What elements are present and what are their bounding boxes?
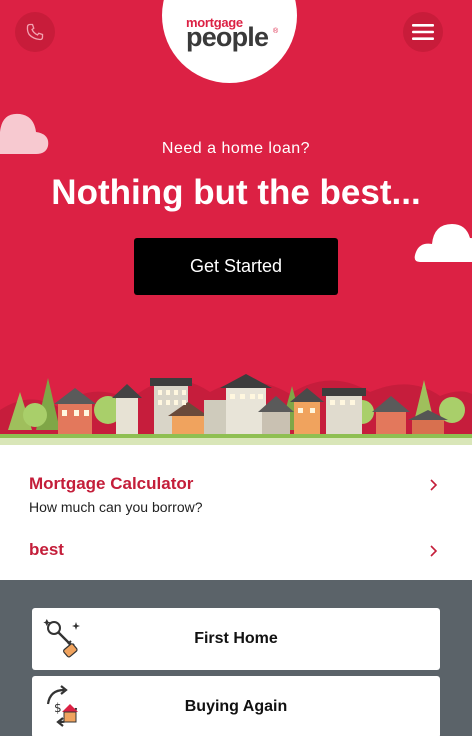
mortgage-calculator-subtitle: How much can you borrow? [29, 499, 203, 515]
town-illustration [0, 374, 472, 445]
loan-type-cards: First Home $ Buying Again [0, 580, 472, 736]
quick-links: Mortgage Calculator How much can you bor… [0, 445, 472, 580]
menu-button[interactable] [403, 12, 443, 52]
mortgage-calculator-link[interactable]: Mortgage Calculator How much can you bor… [0, 465, 472, 521]
mortgage-calculator-title: Mortgage Calculator [29, 474, 194, 493]
call-button[interactable] [15, 12, 55, 52]
hamburger-menu-icon [412, 24, 434, 40]
svg-text:$: $ [54, 701, 62, 715]
logo-text-people: people [186, 22, 269, 52]
cloud-right [414, 224, 472, 262]
buying-again-card[interactable]: $ Buying Again [32, 676, 440, 736]
best-link-title: best [29, 540, 64, 559]
hero-headline: Nothing but the best... [51, 173, 421, 212]
get-started-button[interactable]: Get Started [134, 238, 338, 295]
best-link[interactable]: best [0, 531, 472, 567]
logo-registered-mark: ® [273, 28, 279, 35]
first-home-card[interactable]: First Home [32, 608, 440, 670]
hero-tagline: Need a home loan? [161, 140, 311, 157]
chevron-right-icon [430, 479, 438, 491]
chevron-right-icon [430, 545, 438, 557]
phone-icon [26, 23, 44, 41]
house-arrows-icon: $ [46, 685, 78, 727]
first-home-label: First Home [194, 630, 278, 647]
keys-icon [43, 619, 80, 658]
buying-again-label: Buying Again [184, 698, 288, 715]
hero-banner: mortgage people ® Need a home loan? Noth… [0, 0, 472, 445]
